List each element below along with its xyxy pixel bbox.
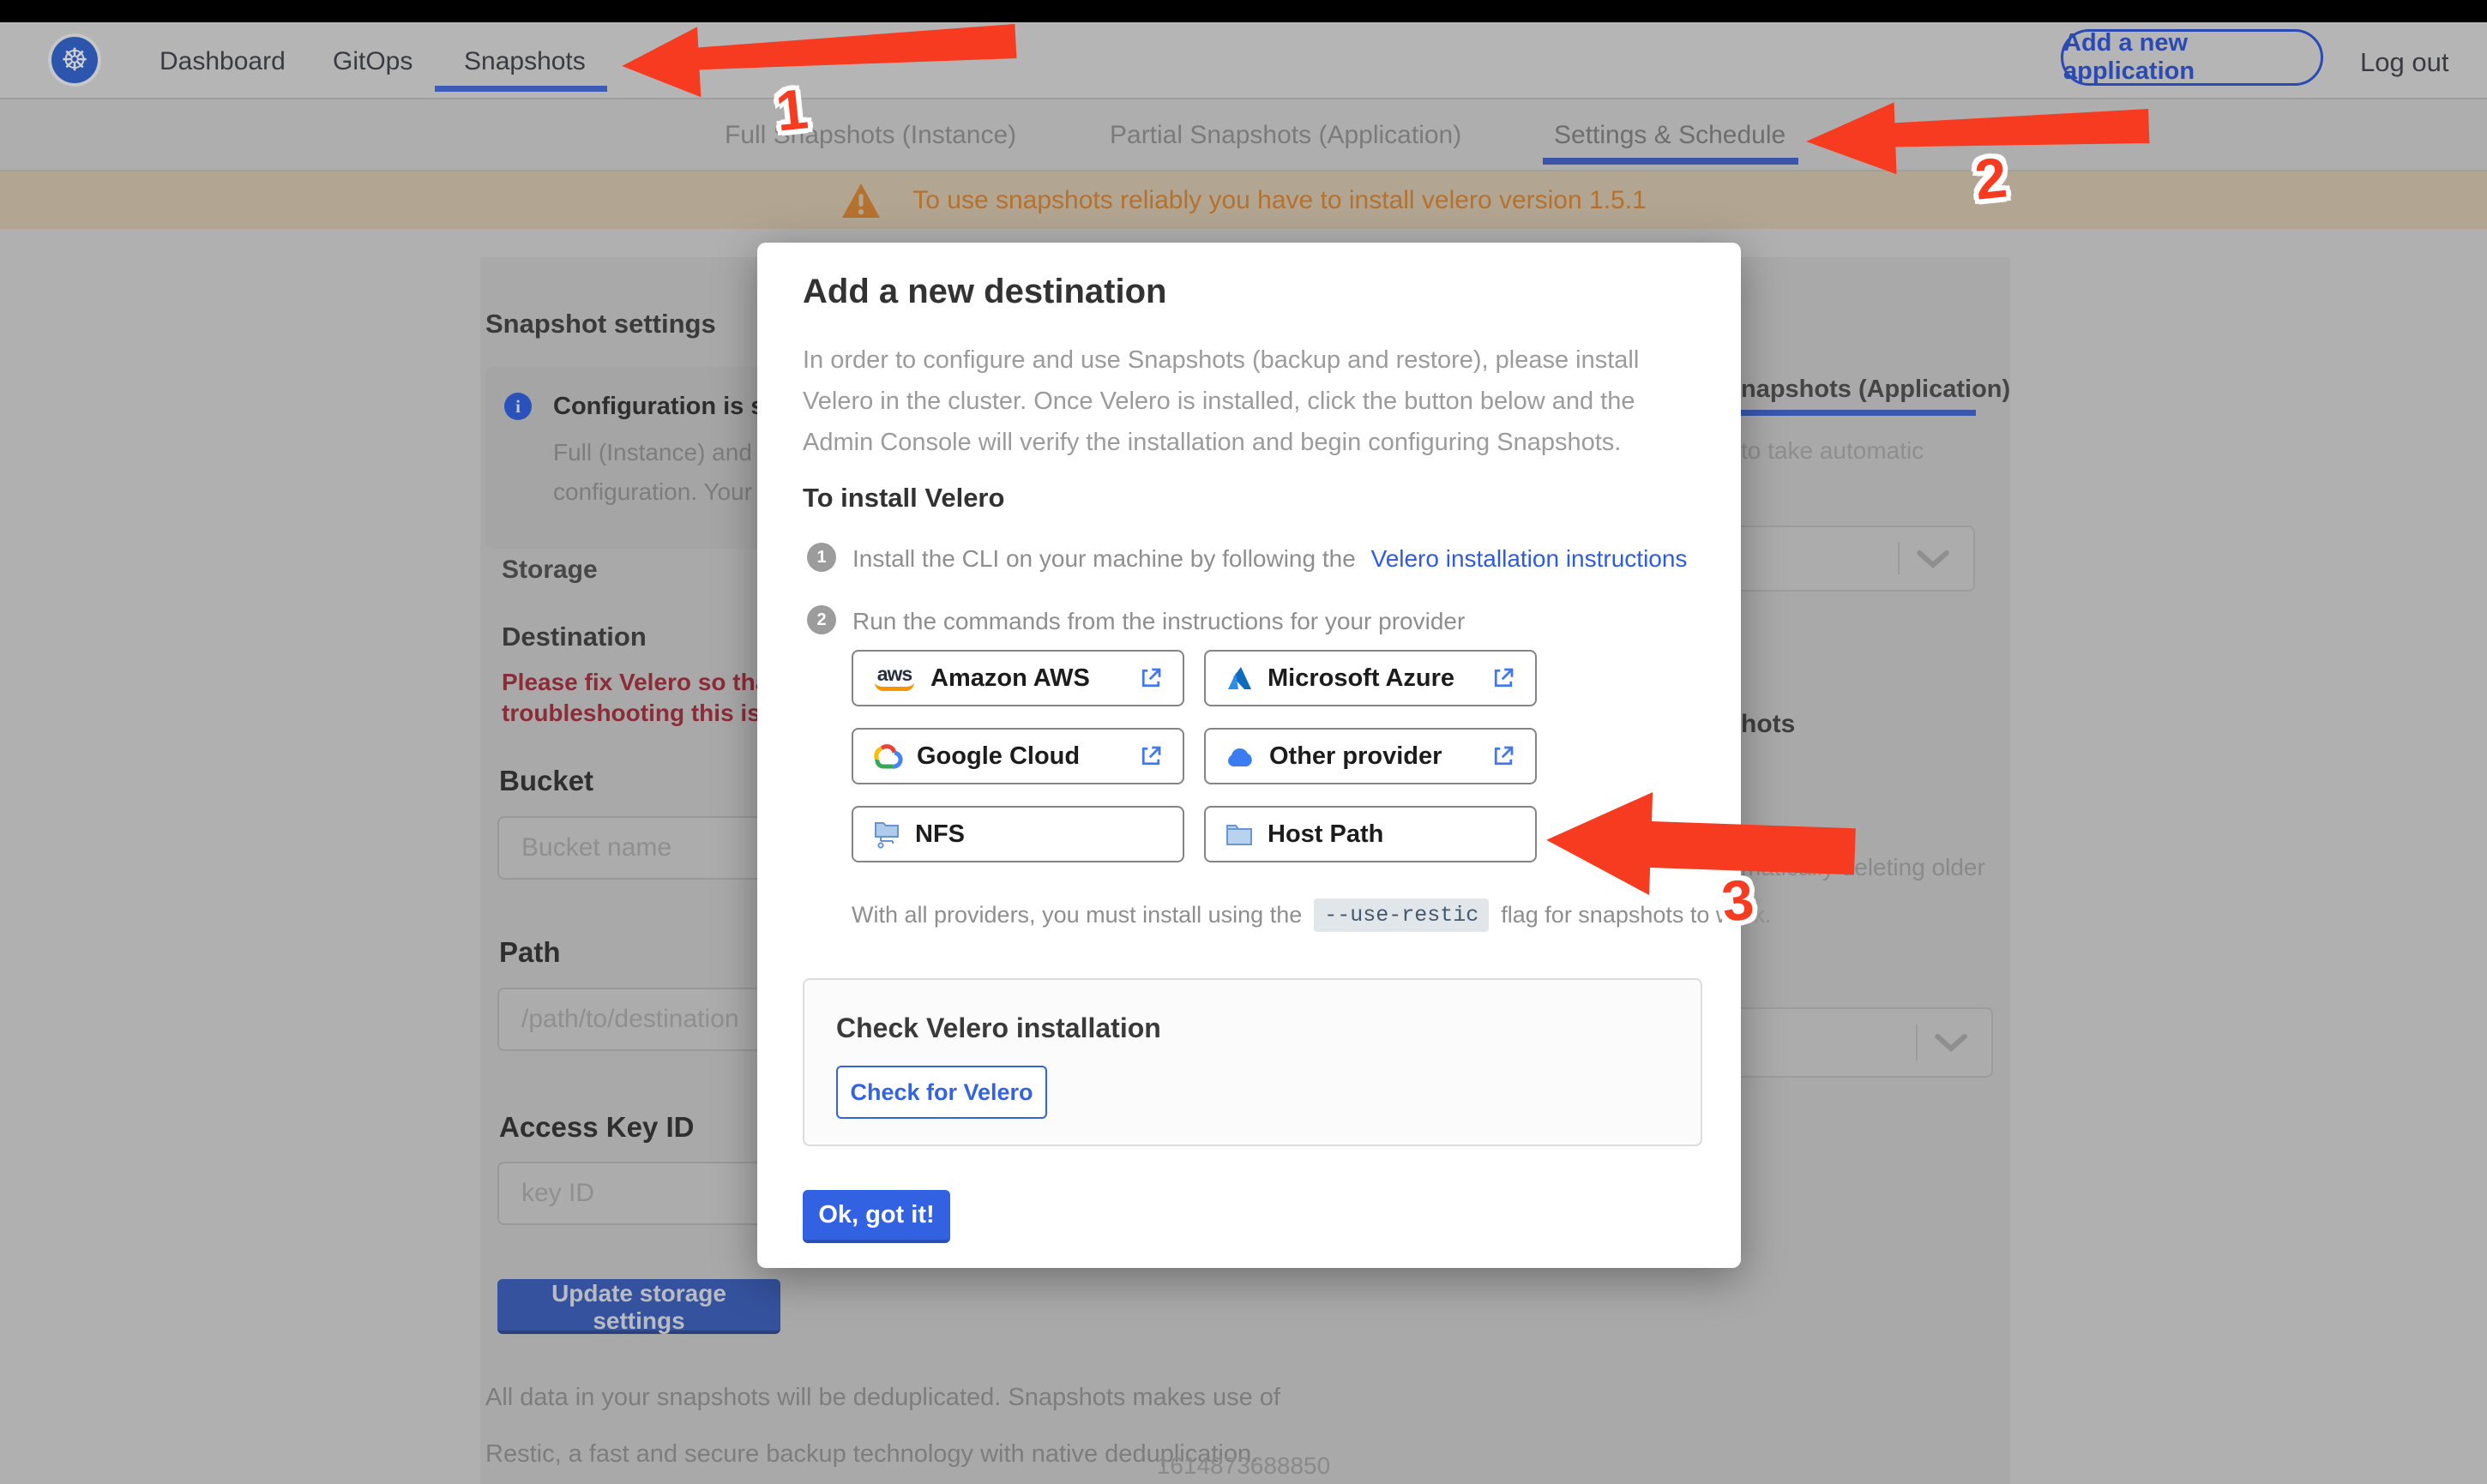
add-application-button[interactable]: Add a new application (2061, 29, 2323, 86)
external-link-icon (1494, 668, 1514, 688)
check-velero-heading: Check Velero installation (836, 1012, 1161, 1043)
gcp-logo-icon (874, 744, 903, 769)
provider-label: Other provider (1269, 742, 1442, 770)
provider-button-hostpath[interactable]: Host Path (1204, 806, 1537, 862)
provider-button-nfs[interactable]: NFS (852, 806, 1184, 862)
external-link-icon (1141, 668, 1161, 688)
tab-active-underline (1543, 158, 1798, 165)
destination-heading: Destination (502, 622, 647, 652)
warning-triangle-icon (842, 183, 881, 218)
provider-button-other[interactable]: Other provider (1204, 728, 1537, 784)
provider-label: Host Path (1268, 820, 1384, 848)
partial-snapshots-subtab-fragment[interactable]: napshots (Application) (1741, 376, 2010, 404)
generic-cloud-icon (1228, 748, 1252, 766)
screen: ☸ Dashboard GitOps Snapshots Add a new a… (0, 0, 2487, 1484)
hostpath-folder-icon (1226, 825, 1252, 845)
tab-settings-schedule[interactable]: Settings & Schedule (1554, 121, 1785, 150)
info-icon: i (504, 393, 532, 420)
storage-heading: Storage (502, 556, 598, 584)
step-2-badge: 2 (807, 605, 836, 634)
ok-got-it-button[interactable]: Ok, got it! (803, 1190, 950, 1243)
restic-flag-chip: --use-restic (1314, 898, 1490, 932)
modal-title: Add a new destination (803, 273, 1167, 310)
check-velero-section (803, 978, 1702, 1146)
aws-logo-icon: aws (872, 664, 917, 692)
azure-logo-icon (1228, 667, 1251, 689)
nav-item-gitops[interactable]: GitOps (333, 47, 412, 76)
external-link-icon (1141, 746, 1161, 766)
provider-label: NFS (915, 820, 965, 848)
provider-button-aws[interactable]: aws Amazon AWS (852, 650, 1184, 706)
chevron-down-icon (1935, 1033, 1967, 1053)
retention-description-fragment: matically deleting older (1741, 854, 1985, 880)
provider-button-gcp[interactable]: Google Cloud (852, 728, 1184, 784)
dedup-note-line: All data in your snapshots will be dedup… (485, 1384, 1280, 1411)
modal-body-line: Velero in the cluster. Once Velero is in… (803, 388, 1635, 415)
warning-text: To use snapshots reliably you have to in… (912, 185, 1647, 214)
check-for-velero-button[interactable]: Check for Velero (836, 1066, 1047, 1119)
step-1-text: Install the CLI on your machine by follo… (852, 545, 1687, 573)
step-2-text: Run the commands from the instructions f… (852, 608, 1466, 634)
step-1-label: Install the CLI on your machine by follo… (852, 545, 1356, 572)
restic-prefix: With all providers, you must install usi… (852, 902, 1303, 928)
provider-label: Amazon AWS (930, 664, 1090, 692)
path-label: Path (499, 936, 561, 968)
retention-heading-fragment: hots (1741, 710, 1796, 738)
tab-full-snapshots[interactable]: Full Snapshots (Instance) (725, 121, 1016, 150)
dropdown-divider (1916, 1024, 1918, 1060)
info-box-title: Configuration is sh (553, 393, 780, 420)
subtab-active-underline (1734, 410, 1976, 416)
restic-suffix: flag for snapshots to work. (1501, 902, 1772, 928)
schedule-description-fragment: to take automatic (1741, 437, 1924, 464)
provider-label: Google Cloud (917, 742, 1081, 770)
modal-body-line: In order to configure and use Snapshots … (803, 346, 1640, 374)
modal-body-line: Admin Console will verify the installati… (803, 429, 1622, 456)
dropdown-divider (1898, 543, 1900, 574)
provider-button-azure[interactable]: Microsoft Azure (1204, 650, 1537, 706)
os-menubar (0, 0, 2487, 22)
nav-item-dashboard[interactable]: Dashboard (160, 47, 286, 76)
nav-active-underline (435, 86, 607, 92)
velero-instructions-link[interactable]: Velero installation instructions (1371, 545, 1688, 572)
nav-item-snapshots[interactable]: Snapshots (464, 47, 586, 76)
chevron-down-icon (1917, 550, 1949, 568)
tab-partial-snapshots[interactable]: Partial Snapshots (Application) (1110, 121, 1461, 150)
install-velero-heading: To install Velero (803, 483, 1005, 513)
kubernetes-logo-icon: ☸ (48, 33, 101, 87)
bucket-label: Bucket (499, 765, 594, 796)
step-1-badge: 1 (807, 543, 836, 572)
velero-warning-banner: To use snapshots reliably you have to in… (0, 171, 2487, 229)
timestamp-text: 1614873688850 (1156, 1452, 1331, 1479)
update-storage-settings-button[interactable]: Update storage settings (497, 1279, 780, 1334)
snapshot-settings-heading: Snapshot settings (485, 309, 716, 339)
logout-link[interactable]: Log out (2360, 47, 2448, 78)
external-link-icon (1494, 746, 1514, 766)
nfs-folder-icon (875, 822, 899, 849)
restic-note: With all providers, you must install usi… (852, 898, 1771, 932)
access-key-label: Access Key ID (499, 1111, 695, 1143)
provider-label: Microsoft Azure (1268, 664, 1455, 692)
